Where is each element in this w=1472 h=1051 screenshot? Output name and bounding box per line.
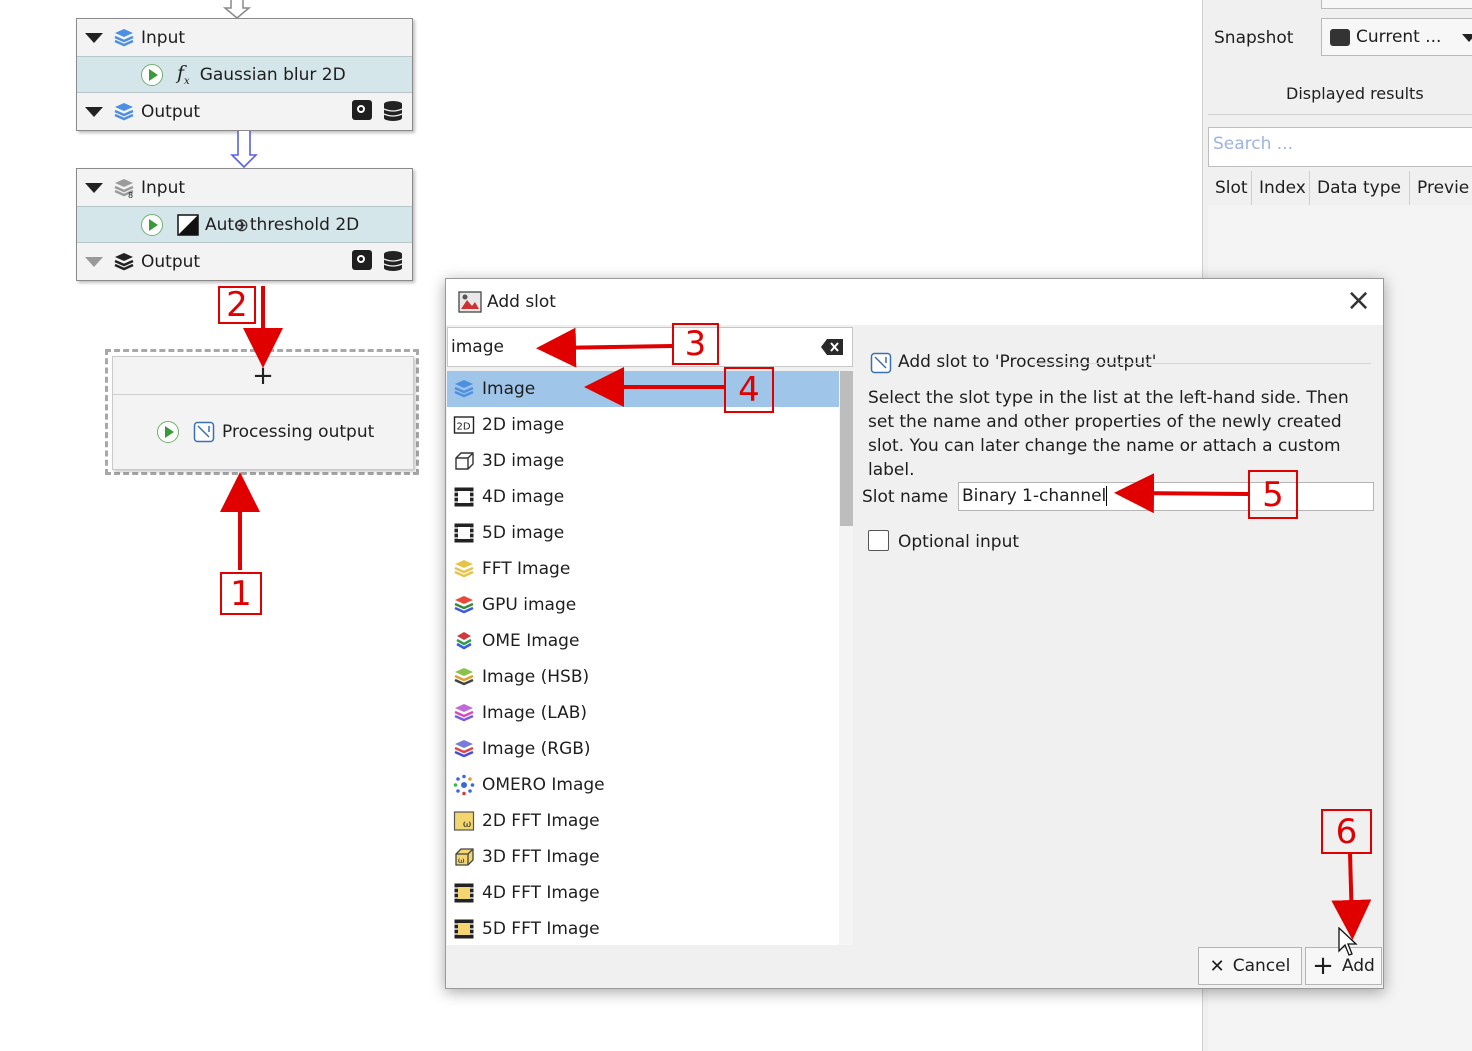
annotation-label-6: 6 [1321,809,1372,854]
annotation-arrows [220,286,1372,940]
annotation-arrow-3 [536,327,673,368]
annotation-arrow-6 [1331,852,1372,940]
annotation-label-3: 3 [672,323,719,365]
annotation-label-5: 5 [1248,470,1298,519]
annotation-arrow-5 [1114,473,1249,514]
annotation-label-1: 1 [220,572,262,615]
annotation-label-4: 4 [724,367,774,413]
annotation-label-2: 2 [218,285,256,325]
